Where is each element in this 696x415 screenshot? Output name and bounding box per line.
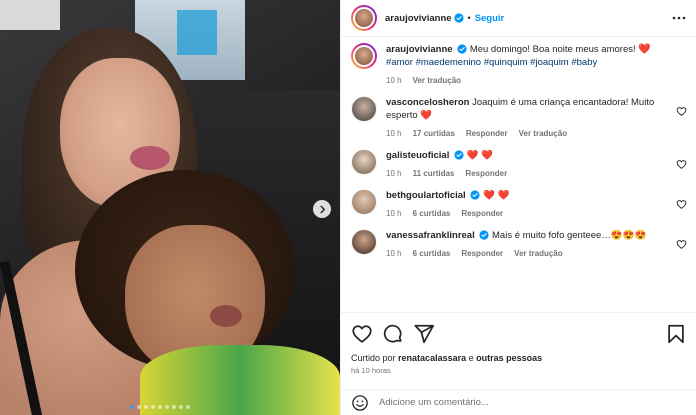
comment-row: galisteuoficial ❤️ ❤️ 10 h 11 curtidas R… bbox=[351, 149, 687, 180]
save-icon[interactable] bbox=[665, 323, 687, 345]
caption-meta: 10 h Ver tradução bbox=[386, 74, 665, 87]
like-comment-heart-icon[interactable] bbox=[676, 239, 687, 250]
carousel-dot bbox=[172, 405, 176, 409]
avatar[interactable] bbox=[351, 96, 377, 122]
caption-heart: ❤️ bbox=[638, 44, 651, 55]
avatar[interactable] bbox=[351, 43, 377, 69]
see-translation-button[interactable]: Ver tradução bbox=[519, 127, 567, 140]
reply-button[interactable]: Responder bbox=[461, 247, 503, 260]
comment-likes[interactable]: 6 curtidas bbox=[413, 247, 451, 260]
likes-summary: Curtido por renatacalassara e outras pes… bbox=[351, 353, 687, 363]
comments-list[interactable]: araujovivianne Meu domingo! Boa noite me… bbox=[341, 37, 696, 312]
carousel-dot bbox=[137, 405, 141, 409]
photo-woman-lips bbox=[130, 146, 170, 170]
next-slide-button[interactable] bbox=[313, 200, 331, 218]
post-photo[interactable] bbox=[0, 0, 340, 415]
reply-button[interactable]: Responder bbox=[461, 207, 503, 220]
comment-time[interactable]: 10 h bbox=[386, 207, 402, 220]
carousel-dot bbox=[186, 405, 190, 409]
comment-likes[interactable]: 11 curtidas bbox=[413, 167, 455, 180]
comment-text: ❤️ ❤️ bbox=[482, 190, 510, 201]
carousel-dots bbox=[130, 405, 190, 409]
see-translation-button[interactable]: Ver tradução bbox=[413, 74, 461, 87]
photo-bg-object bbox=[0, 0, 60, 30]
caption-author[interactable]: araujovivianne bbox=[386, 44, 453, 55]
emoji-icon[interactable] bbox=[351, 394, 369, 412]
comment-time[interactable]: 10 h bbox=[386, 127, 402, 140]
caption: araujovivianne Meu domingo! Boa noite me… bbox=[351, 43, 687, 87]
carousel-dot bbox=[179, 405, 183, 409]
comment-input[interactable] bbox=[379, 397, 687, 408]
avatar[interactable] bbox=[351, 149, 377, 175]
comment-time[interactable]: 10 h bbox=[386, 247, 402, 260]
avatar[interactable] bbox=[351, 189, 377, 215]
verified-badge-icon bbox=[454, 150, 464, 160]
comment-icon[interactable] bbox=[382, 323, 404, 345]
comment-likes[interactable]: 6 curtidas bbox=[413, 207, 451, 220]
comment-meta: 10 h 6 curtidas Responder Ver tradução bbox=[386, 247, 665, 260]
see-translation-button[interactable]: Ver tradução bbox=[514, 247, 562, 260]
instagram-post-modal: araujovivianne • Seguir araujovivianne M… bbox=[0, 0, 696, 415]
follow-button[interactable]: Seguir bbox=[475, 13, 505, 24]
like-comment-heart-icon[interactable] bbox=[676, 106, 687, 117]
comment-row: vasconcelosheron Joaquim é uma criança e… bbox=[351, 96, 687, 140]
next-arrow-icon bbox=[319, 205, 325, 213]
post-header: araujovivianne • Seguir bbox=[341, 0, 696, 37]
liked-user[interactable]: renatacalassara bbox=[398, 353, 466, 363]
share-icon[interactable] bbox=[413, 323, 435, 345]
post-time[interactable]: há 10 horas bbox=[351, 366, 687, 375]
comment-time[interactable]: 10 h bbox=[386, 167, 402, 180]
reply-button[interactable]: Responder bbox=[466, 127, 508, 140]
more-options-icon[interactable] bbox=[672, 12, 686, 24]
like-comment-heart-icon[interactable] bbox=[676, 159, 687, 170]
comment-text: Mais é muito fofo genteee…😍😍😍 bbox=[492, 230, 647, 241]
comment-meta: 10 h 11 curtidas Responder bbox=[386, 167, 665, 180]
verified-badge-icon bbox=[453, 13, 464, 23]
post-actions: Curtido por renatacalassara e outras pes… bbox=[341, 312, 696, 375]
reply-button[interactable]: Responder bbox=[465, 167, 507, 180]
carousel-dot bbox=[165, 405, 169, 409]
add-comment-bar bbox=[341, 389, 696, 415]
verified-badge-icon bbox=[457, 44, 467, 54]
verified-badge-icon bbox=[479, 230, 489, 240]
carousel-dot bbox=[130, 405, 134, 409]
liked-others[interactable]: outras pessoas bbox=[476, 353, 542, 363]
post-author[interactable]: araujovivianne bbox=[385, 13, 452, 24]
comment-author[interactable]: bethgoulartoficial bbox=[386, 190, 466, 201]
avatar[interactable] bbox=[351, 5, 377, 31]
comment-author[interactable]: galisteuoficial bbox=[386, 150, 449, 161]
caption-hashtags[interactable]: #amor #maedemenino #quinquim #joaquim #b… bbox=[386, 57, 597, 68]
header-separator: • bbox=[467, 13, 471, 23]
photo-child-lips bbox=[210, 305, 242, 327]
liked-suffix: e bbox=[468, 353, 474, 363]
carousel-dot bbox=[158, 405, 162, 409]
comment-row: bethgoulartoficial ❤️ ❤️ 10 h 6 curtidas… bbox=[351, 189, 687, 220]
like-comment-heart-icon[interactable] bbox=[676, 199, 687, 210]
heart-icon[interactable] bbox=[351, 323, 373, 345]
post-sidebar: araujovivianne • Seguir araujovivianne M… bbox=[340, 0, 696, 415]
caption-text: Meu domingo! Boa noite meus amores! bbox=[469, 44, 636, 55]
comment-row: vanessafranklinreal Mais é muito fofo ge… bbox=[351, 229, 687, 260]
comment-author[interactable]: vanessafranklinreal bbox=[386, 230, 475, 241]
liked-prefix: Curtido por bbox=[351, 353, 396, 363]
carousel-dot bbox=[151, 405, 155, 409]
comment-author[interactable]: vasconcelosheron bbox=[386, 97, 469, 108]
caption-time[interactable]: 10 h bbox=[386, 74, 402, 87]
carousel-dot bbox=[144, 405, 148, 409]
verified-badge-icon bbox=[470, 190, 480, 200]
comment-likes[interactable]: 17 curtidas bbox=[413, 127, 455, 140]
comment-meta: 10 h 6 curtidas Responder bbox=[386, 207, 665, 220]
avatar[interactable] bbox=[351, 229, 377, 255]
comment-meta: 10 h 17 curtidas Responder Ver tradução bbox=[386, 127, 665, 140]
comment-text: ❤️ ❤️ bbox=[466, 150, 493, 161]
